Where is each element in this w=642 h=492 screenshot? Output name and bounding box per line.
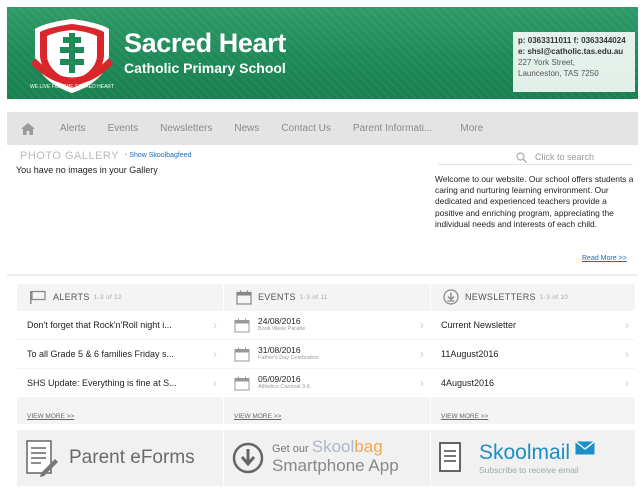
school-subtitle: Catholic Primary School: [124, 60, 286, 76]
school-name[interactable]: Sacred Heart: [124, 28, 286, 59]
nav-item-newsletters[interactable]: Newsletters: [149, 123, 223, 134]
chevron-right-icon: ›: [420, 376, 424, 390]
envelope-icon: [574, 440, 595, 455]
event-item[interactable]: 31/08/2016 Father's Day Celebration ›: [224, 340, 430, 368]
event-name: Father's Day Celebration: [258, 355, 319, 361]
newsletter-item-text: Current Newsletter: [441, 320, 517, 330]
chevron-right-icon: ›: [625, 318, 629, 332]
event-date: 31/08/2016: [258, 345, 301, 355]
alert-item-text: To all Grade 5 & 6 families Friday s...: [27, 349, 175, 359]
search-placeholder: Click to search: [535, 152, 595, 162]
contact-phone: p: 0363311011 f: 0363344024: [518, 36, 626, 45]
newsletters-view-more-link[interactable]: VIEW MORE >>: [441, 413, 488, 420]
contact-street: 227 York Street,: [518, 58, 575, 67]
nav-item-news[interactable]: News: [223, 123, 270, 134]
main-nav: Alerts Events Newsletters News Contact U…: [7, 112, 638, 145]
app-get-our: Get our: [272, 443, 309, 455]
nav-item-more[interactable]: More: [449, 123, 494, 134]
nav-item-parent-information[interactable]: Parent Informati...: [342, 123, 443, 134]
alerts-title: ALERTS: [53, 292, 90, 302]
app-skool-text: Skool: [311, 437, 355, 456]
newsletter-item[interactable]: 4August2016 ›: [431, 369, 635, 397]
newsletter-item-text: 11August2016: [441, 349, 499, 359]
gallery-empty-message: You have no images in your Gallery: [16, 165, 158, 175]
skoolmail-subscribe: Subscribe to receive email: [479, 465, 579, 475]
school-crest-logo[interactable]: WE LIVE FOR THE SACRED HEART: [27, 15, 117, 95]
alert-item-text: SHS Update: Everything is fine at S...: [27, 378, 177, 388]
skoolmail-mail: mail: [531, 441, 571, 464]
alerts-panel: ALERTS 1-3 of 12 Don't forget that Rock'…: [17, 284, 223, 424]
search-box[interactable]: Click to search: [516, 149, 634, 165]
skoolmail-banner[interactable]: Skoolmail Subscribe to receive email: [431, 430, 635, 486]
calendar-icon: [234, 376, 250, 390]
events-title: EVENTS: [258, 292, 296, 302]
form-document-icon: [26, 440, 58, 477]
calendar-icon: [236, 290, 252, 305]
calendar-icon: [234, 347, 250, 361]
nav-home[interactable]: [7, 122, 49, 136]
newsletter-item[interactable]: Current Newsletter ›: [431, 311, 635, 339]
chevron-right-icon: ›: [420, 318, 424, 332]
contact-details: p: 0363311011 f: 0363344024 e: shsl@cath…: [513, 32, 635, 92]
nav-item-alerts[interactable]: Alerts: [49, 123, 97, 134]
event-date: 05/09/2016: [258, 374, 301, 384]
alerts-count: 1-3 of 12: [93, 293, 123, 301]
event-item[interactable]: 05/09/2016 Athletics Carnival 3-6 ›: [224, 369, 430, 397]
read-more-link[interactable]: Read More >>: [582, 255, 627, 262]
parent-eforms-banner[interactable]: Parent eForms: [17, 430, 223, 486]
smartphone-app-banner[interactable]: Get our Skoolbag Smartphone App: [224, 430, 430, 486]
alert-item[interactable]: SHS Update: Everything is fine at S... ›: [17, 369, 223, 397]
app-bag-text: bag: [354, 437, 383, 456]
search-icon: [516, 151, 527, 163]
alert-item[interactable]: To all Grade 5 & 6 families Friday s... ›: [17, 340, 223, 368]
newsletter-item-text: 4August2016: [441, 378, 495, 388]
alert-item[interactable]: Don't forget that Rock'n'Roll night i...…: [17, 311, 223, 339]
events-header[interactable]: EVENTS 1-3 of 11: [224, 284, 430, 310]
chevron-right-icon: ›: [625, 376, 629, 390]
email-document-icon: [439, 442, 461, 472]
event-date: 24/08/2016: [258, 316, 301, 326]
home-icon: [21, 122, 35, 135]
download-icon: [443, 289, 459, 305]
newsletters-title: NEWSLETTERS: [465, 292, 536, 302]
photo-gallery-title: PHOTO GALLERY: [20, 150, 120, 162]
newsletters-count: 1-3 of 10: [539, 293, 569, 301]
events-count: 1-3 of 11: [299, 293, 328, 301]
skoolmail-skool: Skool: [479, 441, 532, 464]
chevron-right-icon: ›: [420, 347, 424, 361]
nav-item-events[interactable]: Events: [97, 123, 150, 134]
event-name: Athletics Carnival 3-6: [258, 384, 310, 390]
chevron-right-icon: ›: [625, 347, 629, 361]
events-view-more-link[interactable]: VIEW MORE >>: [234, 413, 281, 420]
event-name: Book Week Parade: [258, 326, 306, 332]
site-header: WE LIVE FOR THE SACRED HEART Sacred Hear…: [7, 7, 638, 99]
chevron-right-icon: ›: [213, 347, 217, 361]
welcome-text: Welcome to our website. Our school offer…: [435, 174, 634, 229]
event-item[interactable]: 24/08/2016 Book Week Parade ›: [224, 311, 430, 339]
download-circle-icon: [232, 442, 264, 474]
calendar-icon: [234, 318, 250, 332]
nav-item-contact-us[interactable]: Contact Us: [270, 123, 341, 134]
alerts-view-more-link[interactable]: VIEW MORE >>: [27, 413, 74, 420]
newsletters-header[interactable]: NEWSLETTERS 1-3 of 10: [431, 284, 635, 310]
crest-motto: WE LIVE FOR THE SACRED HEART: [30, 84, 114, 90]
events-panel: EVENTS 1-3 of 11 24/08/2016 Book Week Par…: [224, 284, 430, 424]
chevron-right-icon: ›: [213, 376, 217, 390]
flag-icon: [30, 290, 46, 304]
app-smartphone-label: Smartphone App: [272, 456, 399, 475]
contact-city: Launceston, TAS 7250: [518, 69, 599, 78]
parent-eforms-label: Parent eForms: [69, 447, 195, 468]
contact-email[interactable]: e: shsl@catholic.tas.edu.au: [518, 47, 623, 56]
newsletters-panel: NEWSLETTERS 1-3 of 10 Current Newsletter…: [431, 284, 635, 424]
chevron-right-icon: ›: [213, 318, 217, 332]
newsletter-item[interactable]: 11August2016 ›: [431, 340, 635, 368]
alerts-header[interactable]: ALERTS 1-3 of 12: [17, 284, 223, 310]
alert-item-text: Don't forget that Rock'n'Roll night i...: [27, 320, 172, 330]
show-skoolbagfeed-link[interactable]: - Show Skoolbagfeed: [125, 152, 192, 159]
